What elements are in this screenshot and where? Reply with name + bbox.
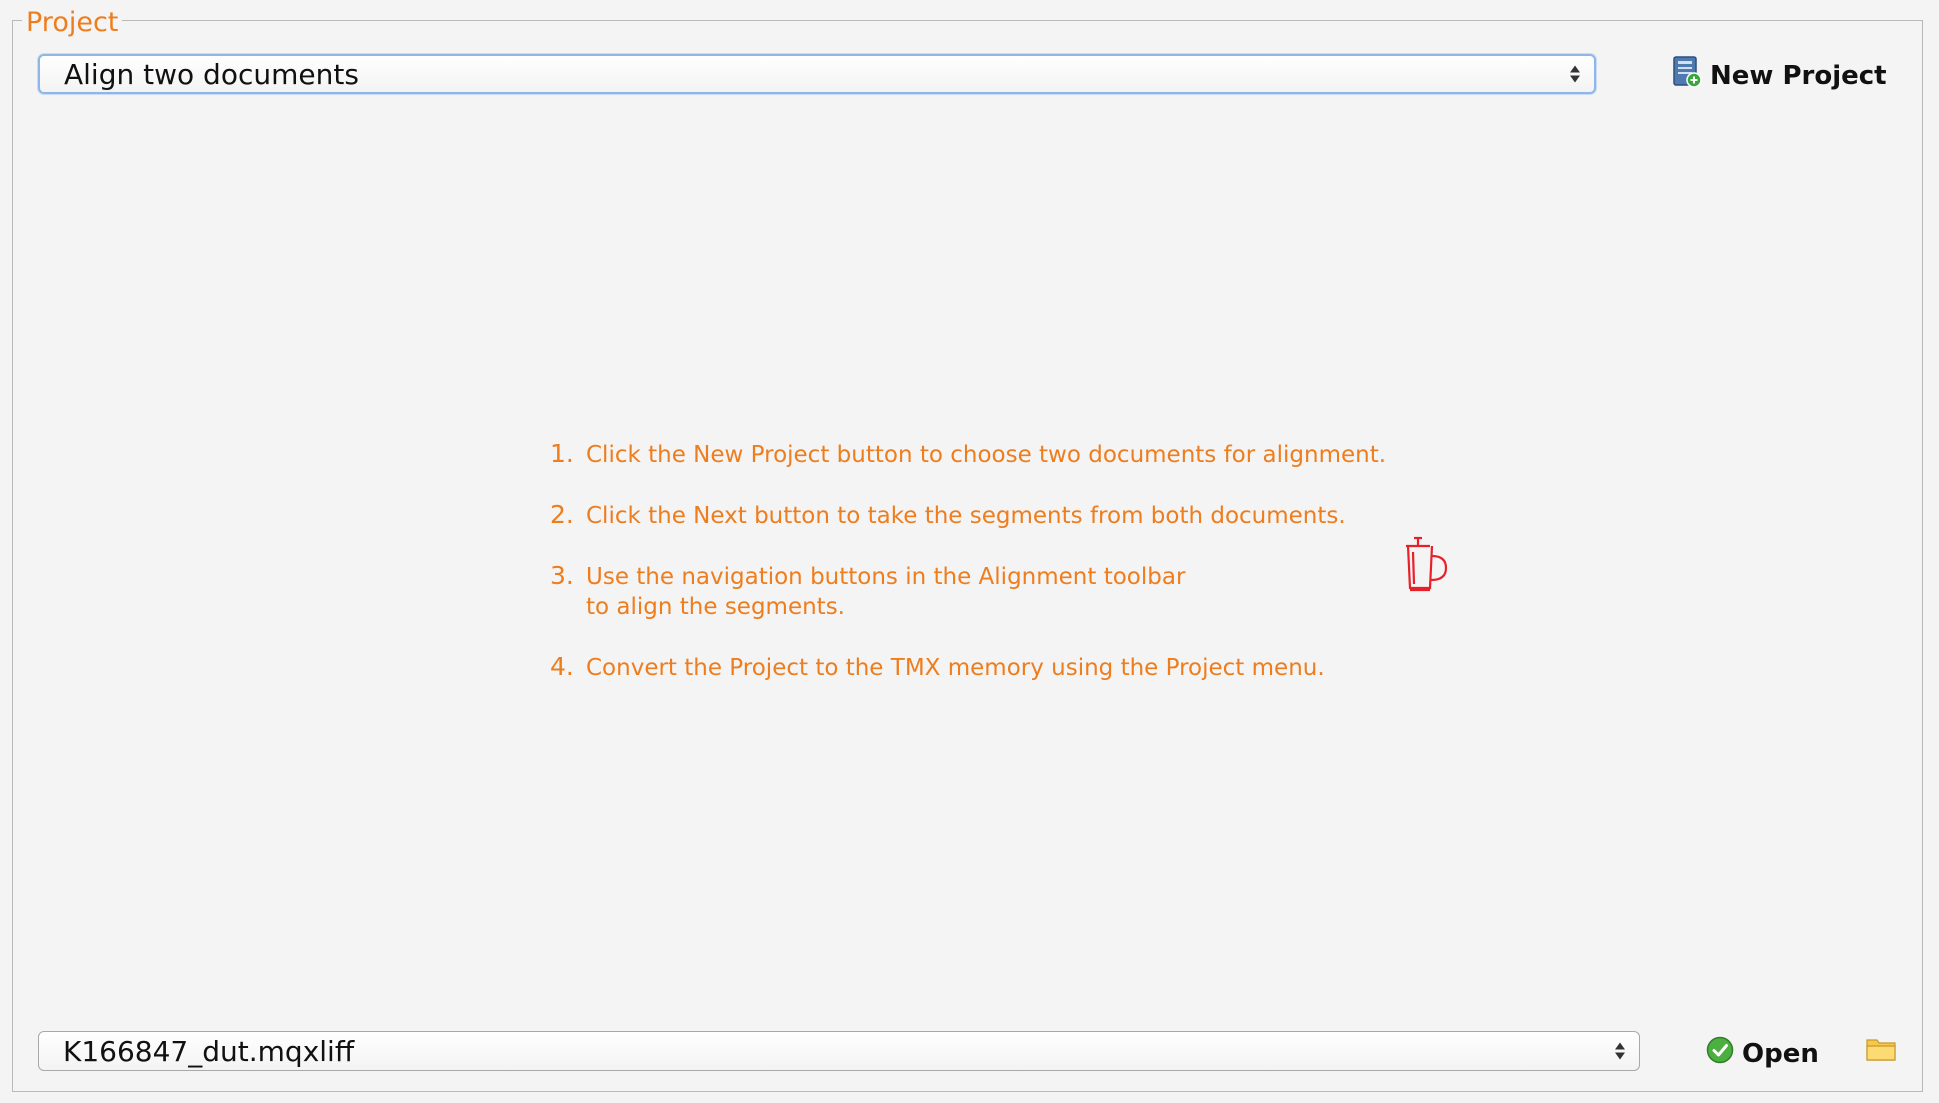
file-select[interactable]: K166847_dut.mqxliff	[38, 1031, 1640, 1071]
step-text: Click the New Project button to choose t…	[586, 440, 1386, 470]
new-project-label: New Project	[1710, 60, 1887, 91]
file-select-value: K166847_dut.mqxliff	[63, 1034, 355, 1068]
project-select[interactable]: Align two documents	[38, 54, 1596, 94]
project-panel: Project Align two documents New Project …	[0, 0, 1939, 1103]
select-arrows-icon	[1615, 1042, 1625, 1060]
instruction-step-1: 1. Click the New Project button to choos…	[550, 438, 1386, 470]
new-project-button[interactable]: New Project	[1672, 56, 1887, 95]
step-number: 1.	[550, 439, 574, 468]
step-line: Click the Next button to take the segmen…	[586, 503, 1346, 529]
folder-icon	[1866, 1039, 1896, 1066]
step-number: 3.	[550, 561, 574, 590]
step-line: Convert the Project to the TMX memory us…	[586, 655, 1325, 681]
pitcher-cursor-icon	[1400, 534, 1452, 598]
select-arrows-icon	[1570, 65, 1580, 83]
step-text: Convert the Project to the TMX memory us…	[586, 653, 1325, 683]
instructions-list: 1. Click the New Project button to choos…	[550, 438, 1386, 712]
group-title: Project	[22, 6, 123, 40]
step-line: Use the navigation buttons in the Alignm…	[586, 564, 1186, 590]
step-line: to align the segments.	[586, 594, 845, 620]
project-select-value: Align two documents	[64, 57, 359, 91]
instruction-step-2: 2. Click the Next button to take the seg…	[550, 499, 1386, 531]
step-number: 4.	[550, 652, 574, 681]
folder-button[interactable]	[1866, 1036, 1896, 1066]
instruction-step-3: 3. Use the navigation buttons in the Ali…	[550, 560, 1386, 622]
step-line: Click the New Project button to choose t…	[586, 442, 1387, 468]
open-label: Open	[1742, 1038, 1819, 1069]
step-text: Use the navigation buttons in the Alignm…	[586, 562, 1185, 622]
open-button[interactable]: Open	[1706, 1036, 1819, 1071]
step-text: Click the Next button to take the segmen…	[586, 501, 1346, 531]
step-number: 2.	[550, 500, 574, 529]
new-project-icon	[1672, 56, 1702, 95]
instruction-step-4: 4. Convert the Project to the TMX memory…	[550, 651, 1386, 683]
checkmark-icon	[1706, 1036, 1734, 1071]
